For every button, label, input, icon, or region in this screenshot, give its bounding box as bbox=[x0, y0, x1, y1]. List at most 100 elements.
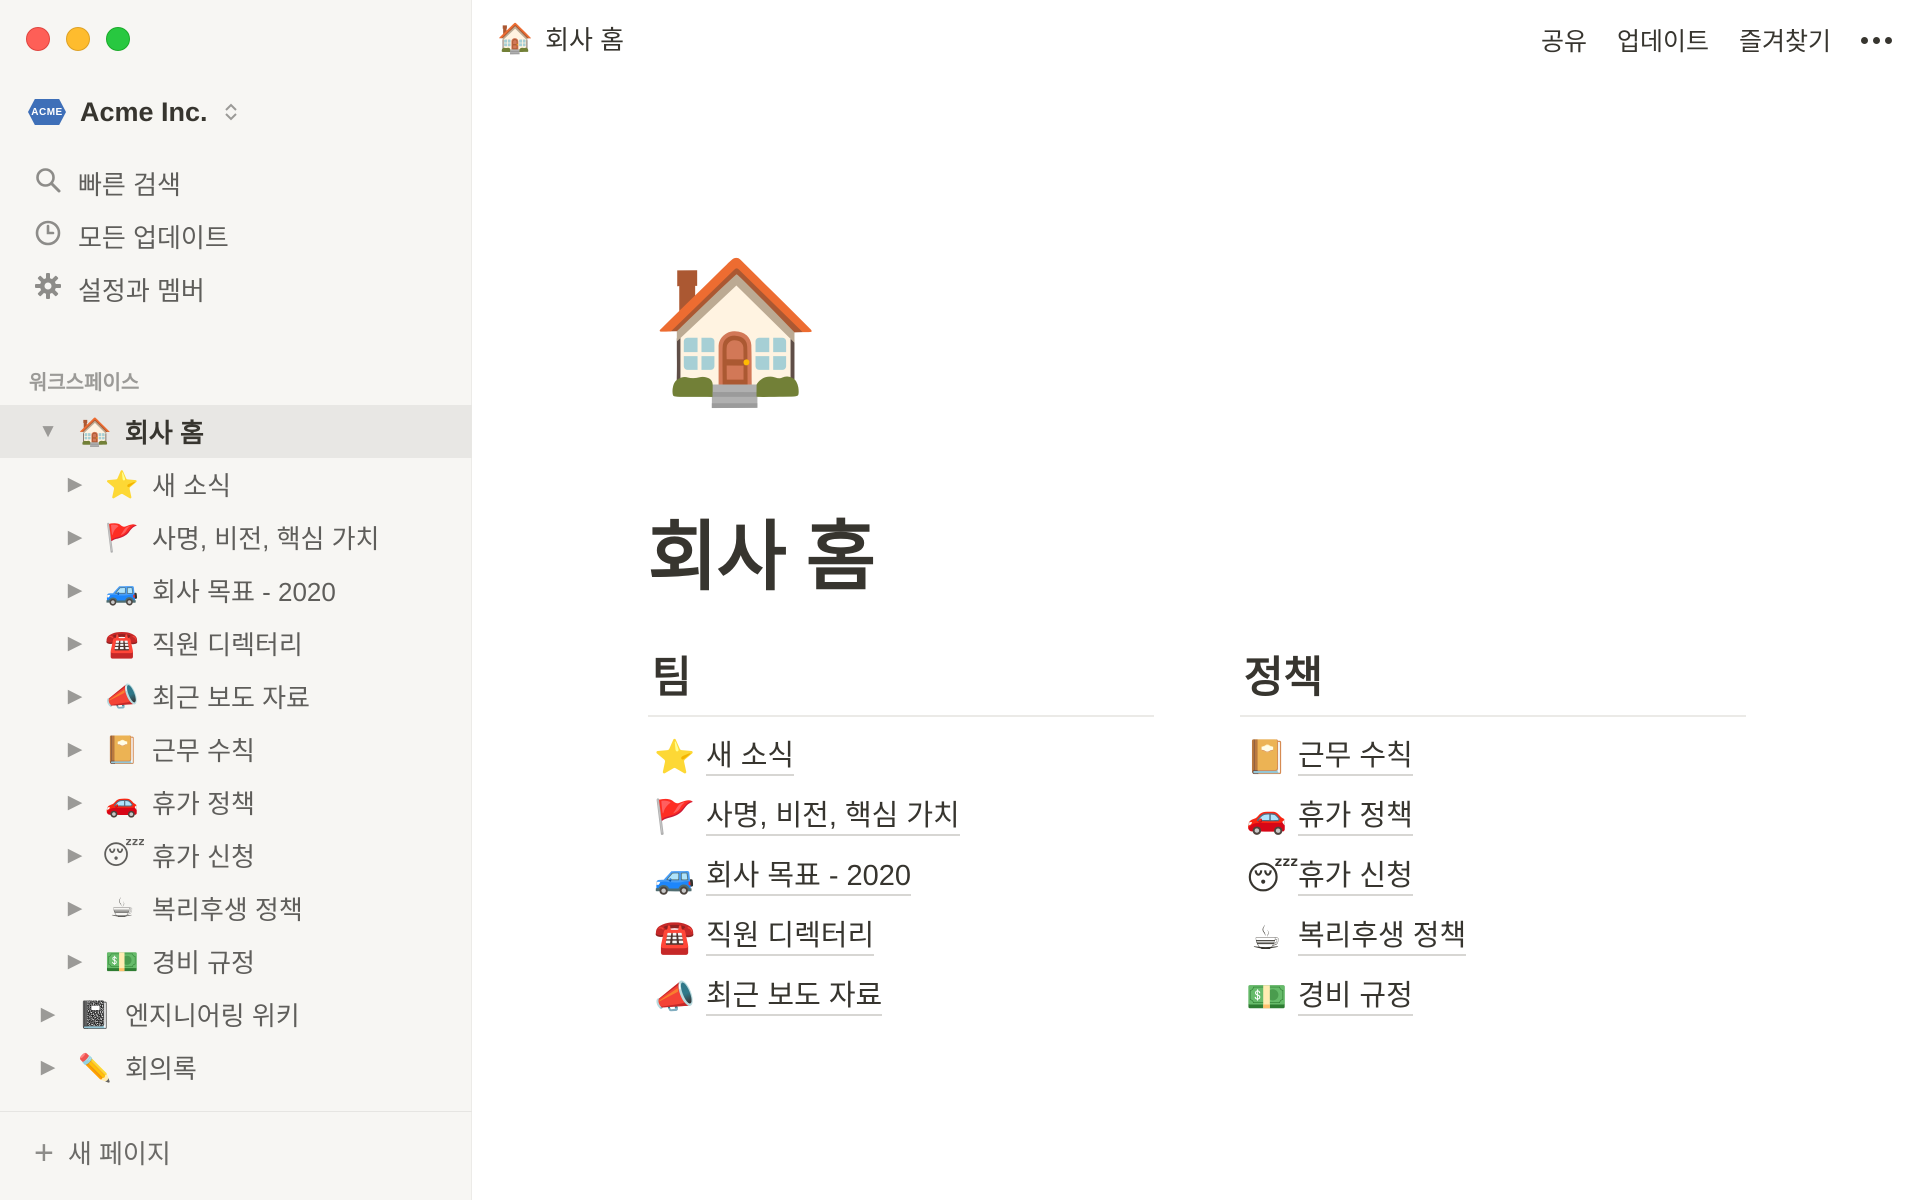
sidebar-item-label: 휴가 신청 bbox=[152, 842, 255, 872]
share-button[interactable]: 공유 bbox=[1541, 22, 1587, 58]
sidebar: ACME Acme Inc. 빠른 검색 모든 업데이트 설정과 멤버 워크스페… bbox=[0, 0, 472, 1200]
telephone-icon: ☎️ bbox=[654, 917, 696, 955]
sidebar-item-company-home[interactable]: ▼ 🏠 회사 홈 bbox=[0, 405, 472, 458]
page-link-press[interactable]: 📣 최근 보도 자료 bbox=[648, 967, 1154, 1027]
team-heading: 팀 bbox=[648, 635, 1154, 717]
workspace-section-label: 워크스페이스 bbox=[29, 372, 140, 394]
collapse-toggle-icon[interactable]: ▶ bbox=[37, 1056, 59, 1079]
sidebar-item-news[interactable]: ▶ ⭐ 새 소식 bbox=[0, 458, 472, 511]
money-icon: 💵 bbox=[1246, 977, 1288, 1015]
collapse-toggle-icon[interactable]: ▶ bbox=[64, 526, 86, 549]
minimize-window-button[interactable] bbox=[66, 27, 90, 51]
sidebar-nav: 빠른 검색 모든 업데이트 설정과 멤버 bbox=[0, 157, 472, 316]
policy-column: 정책 📔 근무 수칙 🚗 휴가 정책 😴 휴가 신청 ☕ 복리후생 정책 💵 경… bbox=[1240, 635, 1746, 1027]
workspace-name: Acme Inc. bbox=[80, 96, 208, 127]
star-icon: ⭐ bbox=[105, 469, 139, 500]
plus-icon: + bbox=[34, 1133, 54, 1172]
sidebar-item-vacation-policy[interactable]: ▶ 🚗 휴가 정책 bbox=[0, 776, 472, 829]
car-icon: 🚙 bbox=[105, 575, 139, 606]
updates-button[interactable]: 업데이트 bbox=[1617, 22, 1709, 58]
collapse-toggle-icon[interactable]: ▶ bbox=[64, 950, 86, 973]
page-link-benefits[interactable]: ☕ 복리후생 정책 bbox=[1240, 907, 1746, 967]
sleeping-face-icon: 😴 bbox=[102, 840, 146, 870]
collapse-toggle-icon[interactable]: ▶ bbox=[64, 791, 86, 814]
collapse-toggle-icon[interactable]: ▶ bbox=[64, 632, 86, 655]
red-car-icon: 🚗 bbox=[1246, 797, 1288, 835]
collapse-toggle-icon[interactable]: ▶ bbox=[37, 1003, 59, 1026]
page-link-label: 사명, 비전, 핵심 가치 bbox=[706, 798, 960, 836]
team-links: ⭐ 새 소식 🚩 사명, 비전, 핵심 가치 🚙 회사 목표 - 2020 ☎️… bbox=[648, 717, 1154, 1027]
policy-heading: 정책 bbox=[1240, 635, 1746, 717]
house-icon: 🏠 bbox=[497, 22, 534, 55]
team-column: 팀 ⭐ 새 소식 🚩 사명, 비전, 핵심 가치 🚙 회사 목표 - 2020 … bbox=[648, 635, 1154, 1027]
gear-icon bbox=[34, 272, 62, 307]
breadcrumb[interactable]: 🏠 회사 홈 bbox=[497, 20, 624, 57]
workspace-switcher[interactable]: ACME Acme Inc. bbox=[28, 92, 238, 132]
megaphone-icon: 📣 bbox=[654, 977, 696, 1015]
workspace-logo: ACME bbox=[28, 99, 66, 125]
policy-links: 📔 근무 수칙 🚗 휴가 정책 😴 휴가 신청 ☕ 복리후생 정책 💵 경비 규… bbox=[1240, 717, 1746, 1027]
window-controls bbox=[26, 27, 130, 51]
sidebar-item-label: 직원 디렉터리 bbox=[152, 630, 303, 660]
money-icon: 💵 bbox=[105, 946, 139, 977]
up-down-chevron-icon bbox=[224, 102, 238, 122]
page-tree: ▼ 🏠 회사 홈 ▶ ⭐ 새 소식 ▶ 🚩 사명, 비전, 핵심 가치 ▶ 🚙 … bbox=[0, 405, 472, 1094]
collapse-toggle-icon[interactable]: ▶ bbox=[64, 685, 86, 708]
more-horizontal-icon[interactable] bbox=[1861, 25, 1892, 55]
sidebar-item-engineering-wiki[interactable]: ▶ 📓 엔지니어링 위키 bbox=[0, 988, 472, 1041]
sleeping-face-icon: 😴 bbox=[1246, 858, 1299, 896]
coffee-icon: ☕ bbox=[109, 893, 135, 923]
sidebar-item-expenses[interactable]: ▶ 💵 경비 규정 bbox=[0, 935, 472, 988]
sidebar-item-label: 엔지니어링 위키 bbox=[125, 1001, 300, 1031]
collapse-toggle-icon[interactable]: ▶ bbox=[64, 579, 86, 602]
flag-icon: 🚩 bbox=[105, 522, 139, 553]
breadcrumb-title: 회사 홈 bbox=[545, 25, 625, 55]
ledger-icon: 📓 bbox=[78, 999, 112, 1030]
pencil-icon: ✏️ bbox=[78, 1052, 112, 1083]
nav-all-updates[interactable]: 모든 업데이트 bbox=[0, 210, 472, 263]
page-link-work-rules[interactable]: 📔 근무 수칙 bbox=[1240, 727, 1746, 787]
close-window-button[interactable] bbox=[26, 27, 50, 51]
clock-icon bbox=[34, 219, 62, 254]
page-link-news[interactable]: ⭐ 새 소식 bbox=[648, 727, 1154, 787]
top-actions: 공유 업데이트 즐겨찾기 bbox=[1541, 22, 1892, 58]
sidebar-item-benefits[interactable]: ▶ ☕ 복리후생 정책 bbox=[0, 882, 472, 935]
page-link-label: 회사 목표 - 2020 bbox=[706, 858, 912, 896]
page-icon[interactable]: 🏠 bbox=[650, 262, 822, 400]
sidebar-item-directory[interactable]: ▶ ☎️ 직원 디렉터리 bbox=[0, 617, 472, 670]
sidebar-item-meeting-notes[interactable]: ▶ ✏️ 회의록 bbox=[0, 1041, 472, 1094]
sidebar-item-label: 복리후생 정책 bbox=[152, 895, 303, 925]
notebook-icon: 📔 bbox=[1246, 737, 1288, 775]
red-car-icon: 🚗 bbox=[105, 787, 139, 818]
page-link-label: 직원 디렉터리 bbox=[706, 918, 875, 956]
nav-settings-members[interactable]: 설정과 멤버 bbox=[0, 263, 472, 316]
nav-quick-search[interactable]: 빠른 검색 bbox=[0, 157, 472, 210]
favorites-button[interactable]: 즐겨찾기 bbox=[1739, 22, 1831, 58]
sidebar-item-mission[interactable]: ▶ 🚩 사명, 비전, 핵심 가치 bbox=[0, 511, 472, 564]
maximize-window-button[interactable] bbox=[106, 27, 130, 51]
page-link-vacation-request[interactable]: 😴 휴가 신청 bbox=[1240, 847, 1746, 907]
page-title[interactable]: 회사 홈 bbox=[648, 495, 876, 605]
notebook-icon: 📔 bbox=[105, 734, 139, 765]
page-link-vacation-policy[interactable]: 🚗 휴가 정책 bbox=[1240, 787, 1746, 847]
sidebar-item-work-rules[interactable]: ▶ 📔 근무 수칙 bbox=[0, 723, 472, 776]
sidebar-item-label: 근무 수칙 bbox=[152, 736, 255, 766]
sidebar-item-vacation-request[interactable]: ▶ 😴 휴가 신청 bbox=[0, 829, 472, 882]
sidebar-item-goals[interactable]: ▶ 🚙 회사 목표 - 2020 bbox=[0, 564, 472, 617]
page-link-goals[interactable]: 🚙 회사 목표 - 2020 bbox=[648, 847, 1154, 907]
collapse-toggle-icon[interactable]: ▶ bbox=[64, 738, 86, 761]
collapse-toggle-icon[interactable]: ▶ bbox=[64, 473, 86, 496]
collapse-toggle-icon[interactable]: ▶ bbox=[64, 844, 86, 867]
page-link-mission[interactable]: 🚩 사명, 비전, 핵심 가치 bbox=[648, 787, 1154, 847]
page-link-label: 휴가 신청 bbox=[1298, 858, 1413, 896]
page-link-label: 최근 보도 자료 bbox=[706, 978, 883, 1016]
sidebar-item-press[interactable]: ▶ 📣 최근 보도 자료 bbox=[0, 670, 472, 723]
sidebar-item-label: 휴가 정책 bbox=[152, 789, 255, 819]
sidebar-item-label: 경비 규정 bbox=[152, 948, 255, 978]
page-link-expenses[interactable]: 💵 경비 규정 bbox=[1240, 967, 1746, 1027]
expand-toggle-icon[interactable]: ▼ bbox=[37, 421, 59, 443]
collapse-toggle-icon[interactable]: ▶ bbox=[64, 897, 86, 920]
page-link-directory[interactable]: ☎️ 직원 디렉터리 bbox=[648, 907, 1154, 967]
new-page-button[interactable]: + 새 페이지 bbox=[34, 1134, 171, 1171]
sidebar-item-label: 회사 목표 - 2020 bbox=[152, 577, 336, 607]
